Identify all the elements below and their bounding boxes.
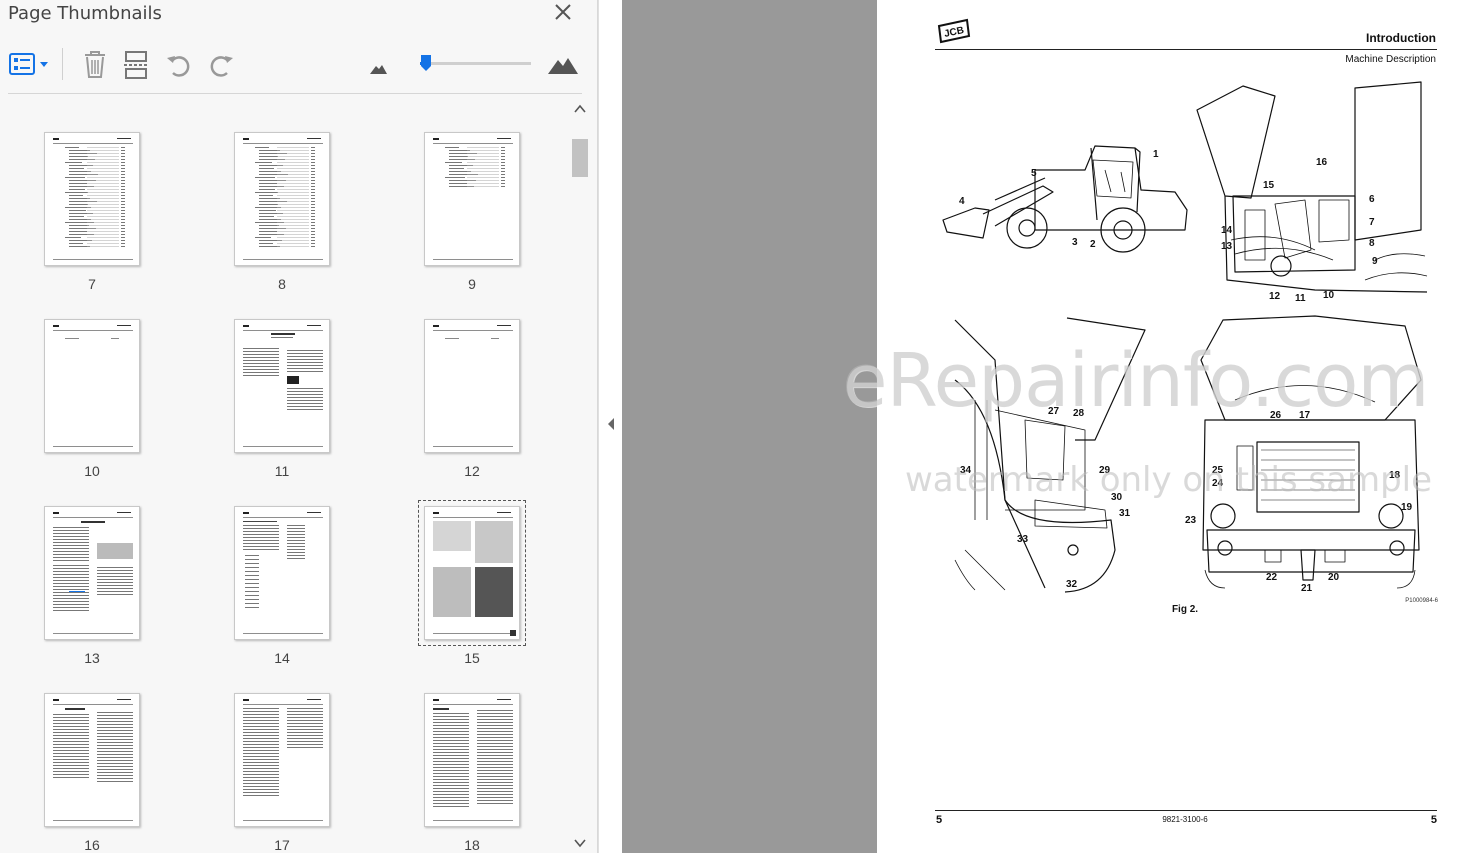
callout-32: 32	[1066, 579, 1078, 590]
scroll-up-arrow-icon[interactable]	[572, 101, 588, 117]
thumbnail-page-number: 14	[274, 650, 290, 666]
thumbnail-preview	[243, 512, 323, 634]
scroll-down-arrow-icon[interactable]	[572, 835, 588, 851]
callout-1: 1	[1153, 149, 1159, 160]
page-thumbnail[interactable]	[44, 693, 140, 827]
header-rule	[935, 49, 1437, 50]
callout-12: 12	[1269, 291, 1281, 302]
figure-reference: P1000984-6	[1405, 598, 1438, 604]
footer-page-number-left: 5	[936, 814, 943, 826]
thumbnail-page-number: 16	[84, 837, 100, 853]
collapse-arrow-icon[interactable]	[605, 416, 617, 432]
callout-15: 15	[1263, 180, 1275, 191]
callout-16: 16	[1316, 157, 1328, 168]
large-mountain-icon[interactable]	[546, 48, 580, 82]
page-thumbnail[interactable]	[44, 319, 140, 453]
thumbnail-page-number: 10	[84, 463, 100, 479]
zoom-slider-track[interactable]	[420, 62, 531, 65]
thumbnail-page-number: 7	[88, 276, 96, 292]
page-thumbnail[interactable]	[44, 506, 140, 640]
thumbnail-preview	[53, 325, 133, 447]
callout-21: 21	[1301, 583, 1313, 594]
callout-22: 22	[1266, 572, 1278, 583]
figure-caption: Fig 2.	[1171, 604, 1199, 615]
toolbar-separator	[62, 48, 63, 80]
engine-bay-view	[1196, 81, 1428, 293]
callout-8: 8	[1369, 238, 1375, 249]
callout-31: 31	[1119, 508, 1131, 519]
trash-icon[interactable]	[80, 48, 110, 82]
callout-9: 9	[1372, 256, 1378, 267]
page-thumbnail[interactable]	[234, 506, 330, 640]
panel-title: Page Thumbnails	[8, 3, 162, 24]
thumbnail-page-number: 15	[464, 650, 480, 666]
thumbnail-page-number: 18	[464, 837, 480, 853]
page-section-heading: Introduction	[1366, 31, 1436, 45]
thumbnail-page-number: 9	[468, 276, 476, 292]
callout-19: 19	[1401, 502, 1413, 513]
loader-side-view	[942, 145, 1188, 253]
page-thumbnail[interactable]	[424, 693, 520, 827]
thumbnail-page-number: 17	[274, 837, 290, 853]
footer-document-code: 9821-3100-6	[1162, 815, 1208, 824]
footer-rule	[935, 810, 1437, 811]
page-subsection-heading: Machine Description	[1345, 54, 1436, 65]
thumbnail-grid: 7 8 9 10 11 12 13 14 15 16 17 18	[0, 94, 570, 853]
page-thumbnail[interactable]	[424, 319, 520, 453]
zoom-slider-handle[interactable]	[420, 54, 432, 72]
thumbnail-preview	[433, 138, 513, 260]
callout-7: 7	[1369, 217, 1375, 228]
callout-23: 23	[1185, 515, 1197, 526]
thumbnail-preview	[53, 512, 133, 634]
watermark-sub: watermark only on this sample	[905, 460, 1433, 500]
callout-13: 13	[1221, 241, 1233, 252]
thumbnail-preview	[433, 325, 513, 447]
thumbnail-page-number: 8	[278, 276, 286, 292]
thumbnail-page-number: 12	[464, 463, 480, 479]
thumbnail-scrollbar[interactable]	[570, 99, 590, 853]
callout-3: 3	[1072, 237, 1078, 248]
callout-14: 14	[1221, 225, 1233, 236]
callout-10: 10	[1323, 290, 1335, 301]
thumbnail-preview	[53, 138, 133, 260]
thumbnail-page-number: 13	[84, 650, 100, 666]
callout-11: 11	[1295, 293, 1306, 304]
watermark-main: eRepairinfo.com	[842, 338, 1430, 424]
page-thumbnails-panel: Page Thumbnails 7 8 9 10 11 12 13 14 15 …	[0, 0, 598, 853]
callout-6: 6	[1369, 194, 1375, 205]
thumbnail-preview	[433, 512, 513, 634]
page-thumbnail[interactable]	[234, 319, 330, 453]
page-thumbnail[interactable]	[418, 500, 526, 646]
footer-page-number-right: 5	[1430, 814, 1437, 826]
thumbnail-corner-marker	[510, 630, 516, 636]
thumbnail-preview	[53, 699, 133, 821]
jcb-logo: JCB	[937, 18, 971, 44]
extract-pages-icon[interactable]	[121, 48, 151, 82]
page-thumbnail[interactable]	[44, 132, 140, 266]
rotate-clockwise-icon[interactable]	[205, 48, 237, 82]
callout-2: 2	[1090, 239, 1096, 250]
callout-4: 4	[959, 196, 965, 207]
thumbnail-preview	[243, 138, 323, 260]
scrollbar-thumb[interactable]	[572, 139, 588, 177]
callout-33: 33	[1017, 534, 1029, 545]
thumbnail-page-number: 11	[274, 463, 290, 479]
close-icon[interactable]	[550, 0, 576, 26]
panel-header: Page Thumbnails	[0, 0, 598, 34]
page-thumbnail[interactable]	[234, 132, 330, 266]
thumbnail-options-icon[interactable]	[6, 48, 52, 82]
thumbnails-toolbar	[0, 40, 598, 90]
small-mountain-icon[interactable]	[366, 48, 390, 82]
thumbnail-preview	[243, 325, 323, 447]
rotate-counterclockwise-icon[interactable]	[163, 48, 195, 82]
callout-5: 5	[1031, 168, 1037, 179]
page-thumbnail[interactable]	[234, 693, 330, 827]
thumbnail-preview	[433, 699, 513, 821]
page-thumbnail[interactable]	[424, 132, 520, 266]
thumbnail-preview	[243, 699, 323, 821]
callout-20: 20	[1328, 572, 1340, 583]
